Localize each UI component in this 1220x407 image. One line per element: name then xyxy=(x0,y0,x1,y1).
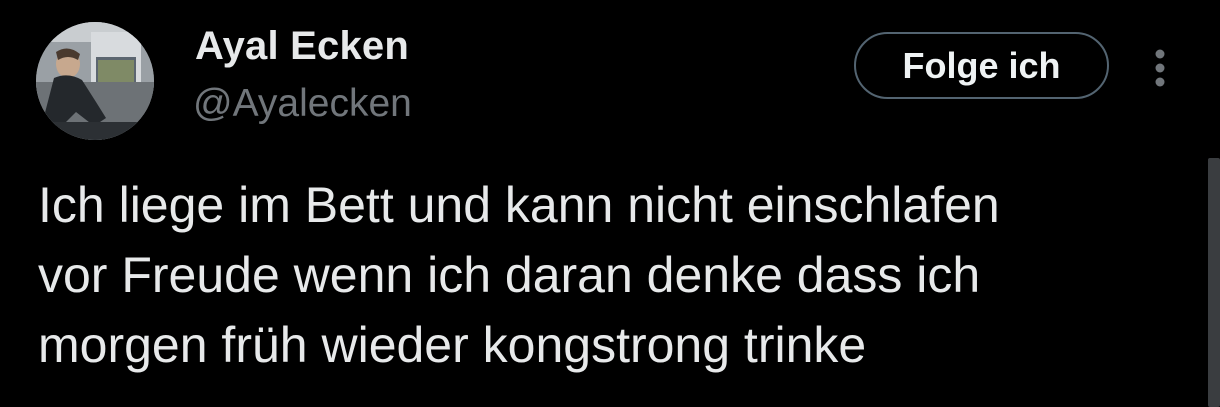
avatar-photo xyxy=(36,22,154,140)
follow-button[interactable]: Folge ich xyxy=(854,32,1109,99)
user-handle[interactable]: @Ayalecken xyxy=(193,82,412,126)
scrollbar[interactable] xyxy=(1208,158,1220,407)
more-vertical-icon[interactable] xyxy=(1144,44,1176,92)
tweet-text-line: morgen früh wieder kongstrong trinke xyxy=(38,317,867,373)
display-name[interactable]: Ayal Ecken xyxy=(195,24,409,69)
tweet-text: Ich liege im Bett und kann nicht einschl… xyxy=(38,170,1188,380)
tweet-card: Ayal Ecken @Ayalecken Folge ich Ich lieg… xyxy=(0,0,1220,407)
tweet-text-line: vor Freude wenn ich daran denke dass ich xyxy=(38,247,981,303)
avatar[interactable] xyxy=(36,22,154,140)
tweet-text-line: Ich liege im Bett und kann nicht einschl… xyxy=(38,177,1000,233)
